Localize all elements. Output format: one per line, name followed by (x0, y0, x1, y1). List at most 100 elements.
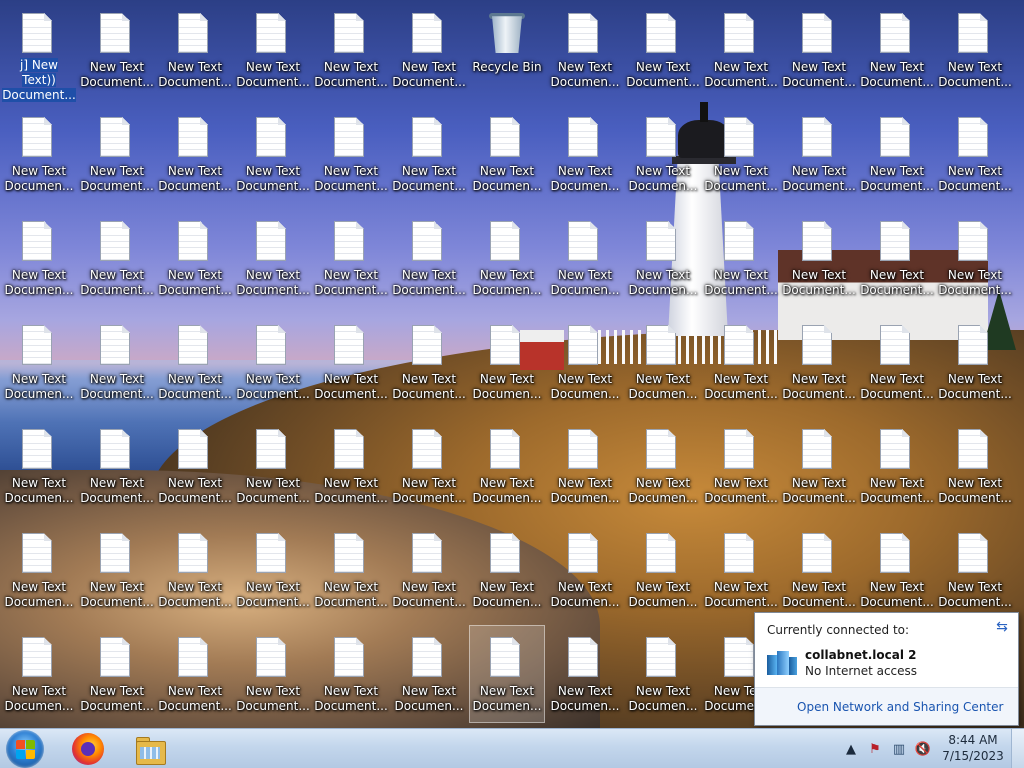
text-document-icon[interactable]: New Text Document... (392, 522, 466, 618)
text-document-icon[interactable]: New Text Documen... (2, 626, 76, 722)
text-document-icon[interactable]: New Text Documen... (470, 314, 544, 410)
text-document-icon[interactable]: New Text Documen... (626, 522, 700, 618)
file-explorer-icon[interactable] (134, 733, 166, 765)
text-document-icon[interactable]: New Text Document... (158, 314, 232, 410)
open-network-sharing-center-link[interactable]: Open Network and Sharing Center (797, 700, 1003, 714)
text-document-icon[interactable]: New Text Document... (782, 106, 856, 202)
text-document-icon[interactable]: New Text Document... (158, 210, 232, 306)
recycle-bin-icon[interactable]: Recycle Bin (470, 2, 544, 98)
text-document-icon[interactable]: New Text Documen... (548, 418, 622, 514)
text-document-icon[interactable]: New Text Document... (938, 106, 1012, 202)
text-document-icon[interactable]: New Text Document... (392, 210, 466, 306)
text-document-icon[interactable]: New Text Document... (158, 626, 232, 722)
text-document-icon[interactable]: New Text Document... (860, 210, 934, 306)
text-document-icon[interactable]: New Text Document... (80, 522, 154, 618)
text-document-icon[interactable]: New Text Document... (314, 2, 388, 98)
text-document-icon[interactable]: New Text Documen... (392, 626, 466, 722)
text-document-icon[interactable]: New Text Documen... (626, 106, 700, 202)
text-document-icon[interactable]: New Text Document... (314, 314, 388, 410)
text-document-icon[interactable]: New Text Document... (80, 314, 154, 410)
text-document-icon[interactable]: New Text Documen... (2, 522, 76, 618)
text-document-icon[interactable]: New Text Document... (80, 626, 154, 722)
text-document-icon[interactable]: New Text Document... (80, 418, 154, 514)
text-document-icon[interactable]: New Text Document... (782, 418, 856, 514)
show-hidden-icons-chevron-icon[interactable]: ▲ (842, 742, 860, 757)
text-document-icon[interactable]: New Text Document... (392, 418, 466, 514)
text-document-icon[interactable]: New Text Document... (392, 314, 466, 410)
text-document-icon[interactable]: New Text Document... (80, 2, 154, 98)
text-document-icon[interactable]: j] New Text)) Document... (2, 2, 76, 102)
text-document-icon[interactable]: New Text Document... (236, 2, 310, 98)
text-document-icon[interactable]: New Text Document... (158, 2, 232, 98)
text-document-icon[interactable]: New Text Documen... (548, 210, 622, 306)
text-document-icon[interactable]: New Text Document... (704, 210, 778, 306)
text-document-icon[interactable]: New Text Documen... (626, 418, 700, 514)
text-document-icon[interactable]: New Text Document... (314, 106, 388, 202)
text-document-icon[interactable]: New Text Document... (782, 210, 856, 306)
text-document-icon[interactable]: New Text Documen... (470, 522, 544, 618)
text-document-icon[interactable]: New Text Document... (626, 2, 700, 98)
text-document-icon[interactable]: New Text Documen... (626, 314, 700, 410)
show-desktop-button[interactable] (1011, 729, 1024, 768)
text-document-icon[interactable]: New Text Document... (782, 314, 856, 410)
text-document-icon[interactable]: New Text Documen... (548, 2, 622, 98)
text-document-icon[interactable]: New Text Documen... (470, 210, 544, 306)
text-document-icon[interactable]: New Text Document... (860, 314, 934, 410)
network-icon[interactable]: ▥ (890, 742, 908, 757)
text-document-icon[interactable]: New Text Documen... (2, 106, 76, 202)
text-document-icon[interactable]: New Text Document... (704, 2, 778, 98)
text-document-icon[interactable]: New Text Document... (860, 106, 934, 202)
text-document-icon[interactable]: New Text Document... (704, 522, 778, 618)
text-document-icon[interactable]: New Text Document... (938, 418, 1012, 514)
text-document-icon[interactable]: New Text Document... (704, 106, 778, 202)
text-document-icon[interactable]: New Text Documen... (2, 418, 76, 514)
text-document-icon[interactable]: New Text Documen... (548, 626, 622, 722)
text-document-icon[interactable]: New Text Document... (236, 314, 310, 410)
text-document-icon[interactable]: New Text Document... (938, 2, 1012, 98)
text-document-icon[interactable]: New Text Document... (314, 210, 388, 306)
text-document-icon[interactable]: New Text Documen... (548, 314, 622, 410)
text-document-icon[interactable]: New Text Document... (236, 418, 310, 514)
desktop-icon-label: New Text Document... (626, 60, 700, 90)
text-document-icon[interactable]: New Text Documen... (626, 626, 700, 722)
text-document-icon[interactable]: New Text Document... (236, 106, 310, 202)
text-document-icon[interactable]: New Text Documen... (470, 418, 544, 514)
text-document-icon[interactable]: New Text Documen... (626, 210, 700, 306)
text-document-icon[interactable]: New Text Document... (314, 418, 388, 514)
text-document-icon[interactable]: New Text Document... (782, 522, 856, 618)
text-document-icon[interactable]: New Text Document... (860, 418, 934, 514)
volume-muted-icon[interactable]: 🔇 (914, 742, 932, 757)
text-document-icon[interactable]: New Text Document... (704, 314, 778, 410)
start-button[interactable] (6, 730, 44, 768)
text-document-icon[interactable]: New Text Document... (236, 210, 310, 306)
text-document-icon[interactable]: New Text Documen... (470, 106, 544, 202)
text-document-icon[interactable]: New Text Document... (938, 210, 1012, 306)
text-document-icon[interactable]: New Text Document... (860, 2, 934, 98)
text-document-icon[interactable]: New Text Documen... (548, 522, 622, 618)
taskbar-clock[interactable]: 8:44 AM 7/15/2023 (936, 732, 1010, 764)
text-document-icon[interactable]: New Text Documen... (548, 106, 622, 202)
firefox-icon[interactable] (72, 733, 104, 765)
text-document-icon[interactable]: New Text Document... (392, 2, 466, 98)
text-document-icon[interactable]: New Text Document... (80, 106, 154, 202)
text-document-icon[interactable]: New Text Document... (314, 626, 388, 722)
refresh-icon[interactable]: ⇆ (994, 619, 1010, 635)
text-document-icon[interactable]: New Text Document... (158, 522, 232, 618)
text-document-icon[interactable]: New Text Document... (314, 522, 388, 618)
text-document-icon[interactable]: New Text Document... (704, 418, 778, 514)
text-document-icon[interactable]: New Text Documen... (2, 210, 76, 306)
text-document-icon[interactable]: New Text Document... (80, 210, 154, 306)
text-document-icon[interactable]: New Text Document... (236, 522, 310, 618)
text-document-icon[interactable]: New Text Document... (938, 522, 1012, 618)
text-document-icon[interactable]: New Text Document... (860, 522, 934, 618)
text-document-icon[interactable]: New Text Documen... (469, 625, 545, 723)
text-document-icon[interactable]: New Text Document... (392, 106, 466, 202)
text-document-icon[interactable]: New Text Document... (158, 418, 232, 514)
text-document-icon[interactable]: New Text Document... (938, 314, 1012, 410)
text-document-icon[interactable]: New Text Document... (782, 2, 856, 98)
text-document-icon[interactable]: New Text Documen... (2, 314, 76, 410)
action-center-flag-icon[interactable]: ⚑ (866, 742, 884, 757)
network-flyout[interactable]: Currently connected to: ⇆ collabnet.loca… (754, 612, 1019, 726)
text-document-icon[interactable]: New Text Document... (236, 626, 310, 722)
text-document-icon[interactable]: New Text Document... (158, 106, 232, 202)
